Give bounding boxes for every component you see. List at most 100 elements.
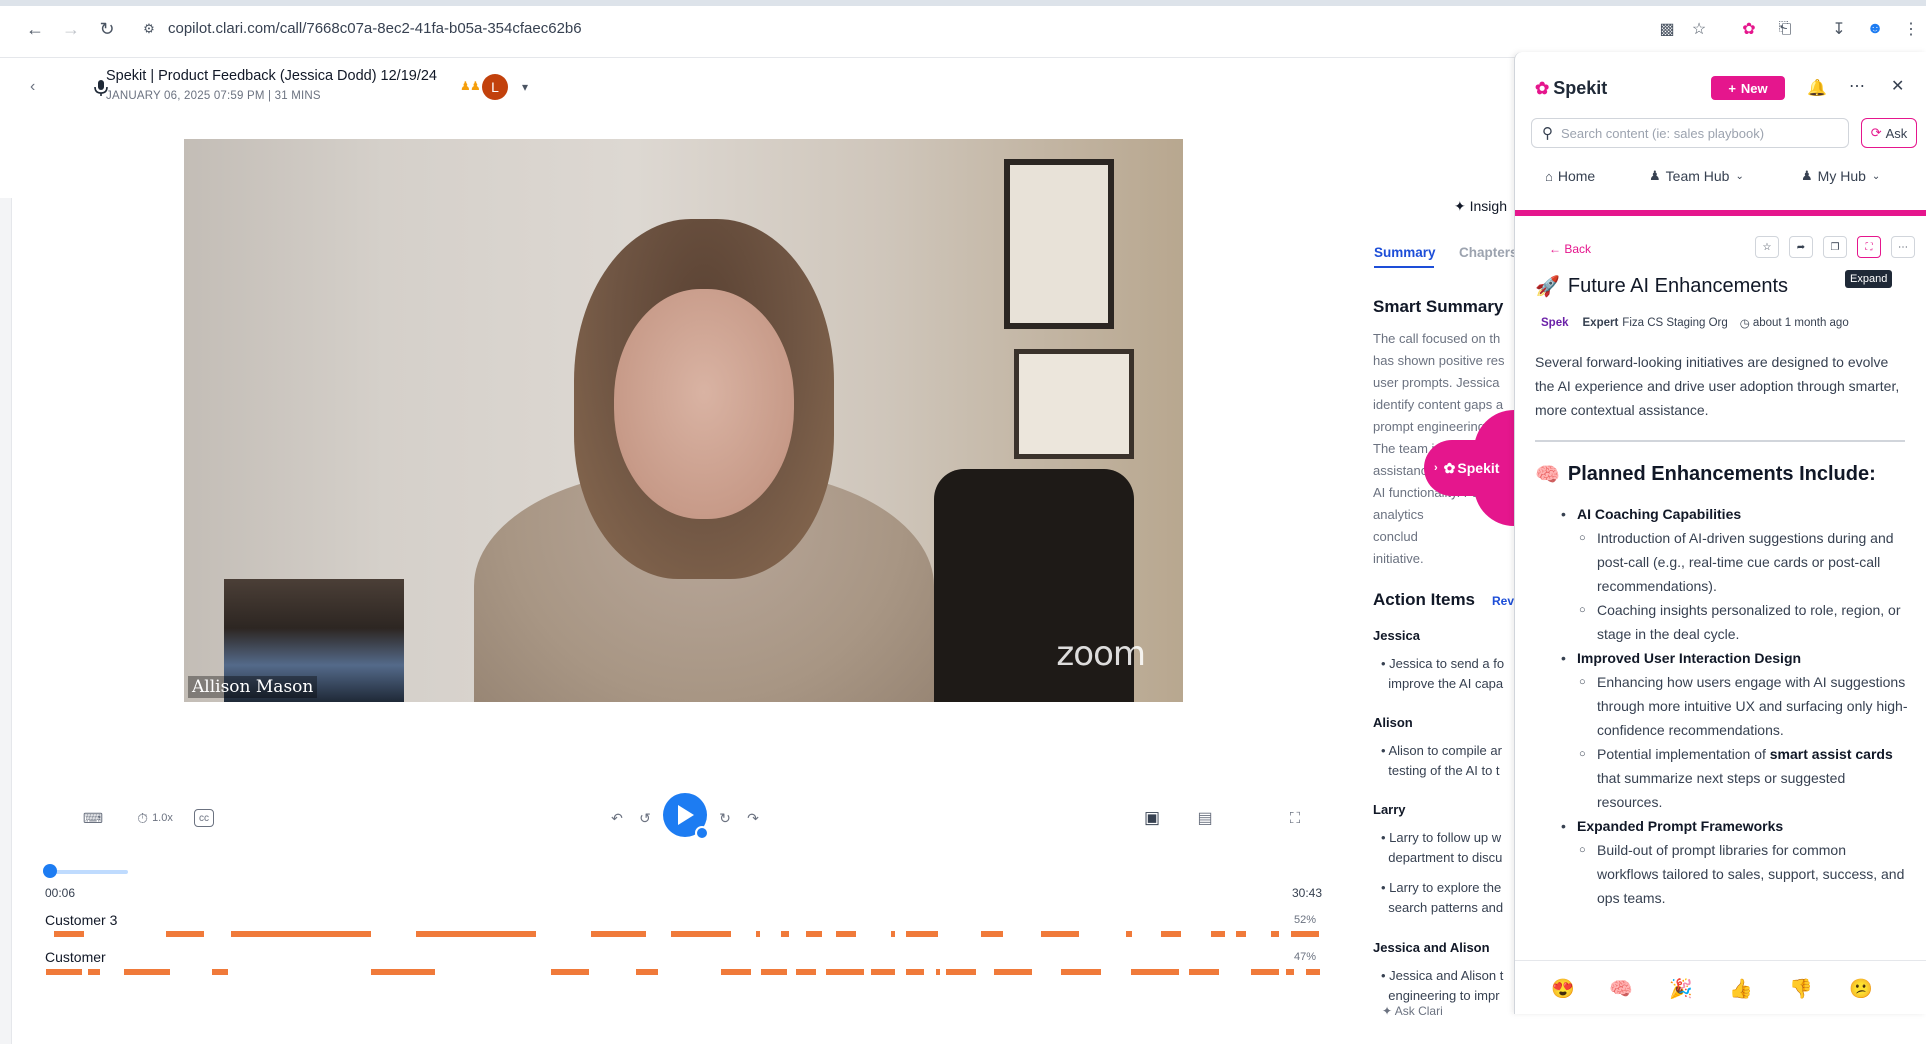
captions-icon[interactable]: cc [194, 809, 214, 827]
confused-reaction-icon[interactable]: 😕 [1849, 977, 1873, 1001]
speech-segment[interactable] [721, 969, 751, 975]
previous-speaker-icon[interactable]: ↶ [608, 807, 626, 829]
fullscreen-icon[interactable]: ⛶ [1284, 807, 1306, 829]
keyboard-icon[interactable]: ⌨ [82, 807, 104, 829]
speech-segment[interactable] [166, 931, 204, 937]
transcript-icon[interactable]: ▤ [1194, 807, 1216, 829]
profile-icon[interactable]: ☻ [1864, 18, 1886, 40]
nav-team-hub[interactable]: ♟ Team Hub ⌄ [1649, 168, 1744, 184]
chevron-down-icon[interactable]: ▾ [522, 80, 528, 94]
speech-segment[interactable] [54, 931, 84, 937]
speech-segment[interactable] [761, 969, 787, 975]
speech-segment[interactable] [1131, 969, 1179, 975]
extensions-icon[interactable]: ⎗ [1774, 18, 1796, 40]
expert-org[interactable]: Fiza CS Staging Org [1622, 317, 1727, 329]
speech-segment[interactable] [1061, 969, 1101, 975]
tab-summary[interactable]: Summary [1374, 245, 1436, 260]
playback-speed[interactable]: ⏱ 1.0x [132, 807, 178, 829]
speech-segment[interactable] [1126, 931, 1132, 937]
speech-segment[interactable] [946, 969, 976, 975]
speech-segment[interactable] [1211, 931, 1225, 937]
speech-segment[interactable] [1236, 931, 1246, 937]
video-camera-icon[interactable]: ▣ [1140, 807, 1164, 829]
address-bar[interactable]: copilot.clari.com/call/7668c07a-8ec2-41f… [168, 20, 582, 37]
speech-segment[interactable] [371, 969, 435, 975]
speech-segment[interactable] [636, 969, 658, 975]
speech-segment[interactable] [756, 931, 760, 937]
party-reaction-icon[interactable]: 🎉 [1669, 977, 1693, 1001]
new-button[interactable]: + New [1711, 76, 1785, 100]
speech-segment[interactable] [1271, 931, 1279, 937]
nav-home[interactable]: ⌂ Home [1545, 168, 1595, 184]
speech-segment[interactable] [906, 969, 924, 975]
speech-segment[interactable] [1041, 931, 1079, 937]
speech-segment[interactable] [231, 931, 371, 937]
speech-segment[interactable] [88, 969, 100, 975]
bookmark-star-icon[interactable]: ☆ [1688, 18, 1710, 40]
copy-icon[interactable]: ❐ [1823, 236, 1847, 258]
browser-back-icon[interactable]: ← [24, 18, 46, 40]
speech-segment[interactable] [551, 969, 589, 975]
speech-segment[interactable] [936, 969, 940, 975]
speech-segment[interactable] [906, 931, 938, 937]
speech-segment[interactable] [124, 969, 170, 975]
close-icon[interactable]: ✕ [1891, 76, 1904, 96]
site-info-icon[interactable]: ⚙ [138, 18, 160, 40]
favorite-star-icon[interactable]: ☆ [1755, 236, 1779, 258]
speech-segment[interactable] [416, 931, 536, 937]
speech-segment[interactable] [591, 931, 646, 937]
search-input[interactable] [1561, 125, 1831, 141]
action-items-review-link[interactable]: Rev [1492, 594, 1514, 608]
back-chevron-icon[interactable]: ‹ [30, 78, 35, 96]
nav-my-hub[interactable]: ♟ My Hub ⌄ [1801, 168, 1880, 184]
spekit-float-tab[interactable]: › ✿ Spekit [1424, 440, 1514, 496]
downloads-icon[interactable]: ↧ [1828, 18, 1850, 40]
speech-segment[interactable] [1189, 969, 1219, 975]
speech-segment[interactable] [994, 969, 1032, 975]
speech-segment[interactable] [981, 931, 1003, 937]
speech-segment[interactable] [1251, 969, 1279, 975]
thumbs-down-icon[interactable]: 👎 [1789, 977, 1813, 1001]
speech-segment[interactable] [836, 931, 856, 937]
video-player[interactable]: zoom Allison Mason [184, 139, 1183, 702]
speech-segment[interactable] [46, 969, 82, 975]
browser-forward-icon[interactable]: → [60, 18, 82, 40]
expand-icon[interactable]: ⛶ [1857, 236, 1881, 258]
install-app-icon[interactable]: ▩ [1656, 18, 1678, 40]
speech-segment[interactable] [796, 969, 816, 975]
forward-icon[interactable]: ↻ [716, 807, 734, 829]
browser-menu-icon[interactable]: ⋮ [1900, 18, 1922, 40]
insights-tab[interactable]: ✦ Insigh [1454, 198, 1507, 215]
progress-knob[interactable] [43, 864, 57, 878]
rewind-icon[interactable]: ↺ [636, 807, 654, 829]
speech-segment[interactable] [806, 931, 822, 937]
speech-segment[interactable] [781, 931, 789, 937]
tab-chapters[interactable]: Chapters [1459, 245, 1518, 260]
speech-segment[interactable] [1161, 931, 1181, 937]
more-icon[interactable]: ⋯ [1849, 76, 1865, 96]
back-link[interactable]: ← Back [1549, 242, 1591, 256]
speaker-track-customer[interactable] [46, 969, 1321, 975]
more-options-icon[interactable]: ⋯ [1891, 236, 1915, 258]
thumbs-up-icon[interactable]: 👍 [1729, 977, 1753, 1001]
speech-segment[interactable] [212, 969, 228, 975]
ask-clari-button[interactable]: ✦ Ask Clari [1382, 1004, 1443, 1018]
next-speaker-icon[interactable]: ↷ [744, 807, 762, 829]
speech-segment[interactable] [891, 931, 895, 937]
brain-reaction-icon[interactable]: 🧠 [1609, 977, 1633, 1001]
love-reaction-icon[interactable]: 😍 [1551, 977, 1575, 1001]
speaker-track-customer-3[interactable] [46, 931, 1321, 937]
speech-segment[interactable] [671, 931, 731, 937]
speech-segment[interactable] [871, 969, 895, 975]
browser-reload-icon[interactable]: ↻ [96, 18, 118, 40]
play-options-badge[interactable] [695, 826, 709, 840]
spekit-extension-icon[interactable]: ✿ [1738, 18, 1760, 40]
speech-segment[interactable] [1306, 969, 1320, 975]
speech-segment[interactable] [826, 969, 864, 975]
participants[interactable]: ♟ ♟ L ▾ [460, 74, 528, 100]
search-box[interactable]: ⚲ [1531, 118, 1849, 148]
speech-segment[interactable] [1291, 931, 1319, 937]
ask-button[interactable]: ⟳ Ask [1861, 118, 1917, 148]
speech-segment[interactable] [1286, 969, 1294, 975]
share-icon[interactable]: ➦ [1789, 236, 1813, 258]
